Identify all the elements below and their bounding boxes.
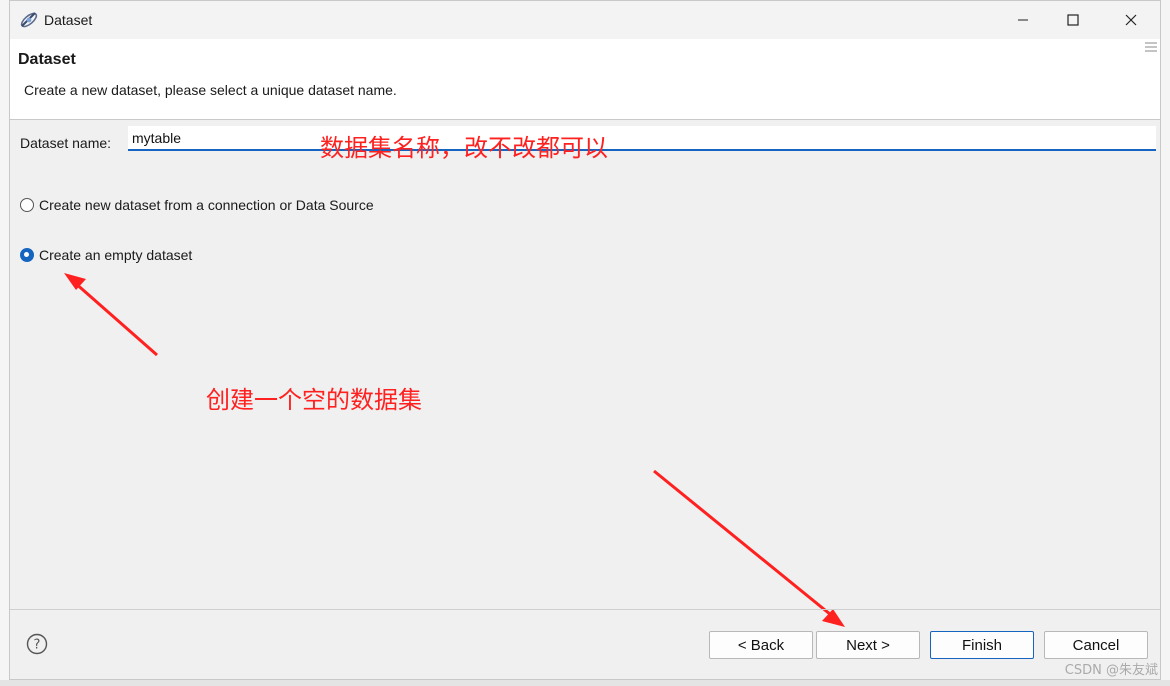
option-empty-dataset[interactable]: Create an empty dataset [20,247,192,263]
dataset-dialog: Dataset Dataset Create a new dataset, pl… [9,0,1161,680]
option-from-connection[interactable]: Create new dataset from a connection or … [20,197,374,213]
minimize-icon [1018,19,1028,21]
svg-text:?: ? [34,638,41,653]
dataset-name-label: Dataset name: [20,135,112,151]
background-app-bottom [0,680,1170,686]
arrow-to-next-button [653,469,845,627]
watermark: CSDN @朱友斌 [1064,663,1158,678]
footer-divider [10,609,1160,610]
finish-button[interactable]: Finish [930,631,1034,659]
maximize-button[interactable] [1050,1,1096,39]
back-button[interactable]: < Back [709,631,813,659]
wizard-header: Dataset Create a new dataset, please sel… [10,39,1160,120]
minimize-button[interactable] [1000,1,1046,39]
page-description: Create a new dataset, please select a un… [24,82,397,98]
radio-unchecked-icon [20,198,34,212]
next-button[interactable]: Next > [816,631,920,659]
app-logo-icon [20,12,38,28]
title-bar: Dataset [10,1,1160,39]
page-title: Dataset [18,51,76,68]
annotation-empty-note: 创建一个空的数据集 [206,386,422,414]
help-icon[interactable]: ? [26,633,48,655]
arrow-to-empty-option [64,273,158,357]
annotation-name-note: 数据集名称，改不改都可以 [320,134,608,162]
close-button[interactable] [1108,1,1154,39]
background-app-right [1161,0,1170,686]
radio-checked-icon [20,248,34,262]
option-from-connection-label: Create new dataset from a connection or … [39,197,374,213]
option-empty-dataset-label: Create an empty dataset [39,247,193,263]
cancel-button[interactable]: Cancel [1044,631,1148,659]
maximize-icon [1067,14,1079,26]
window-title: Dataset [44,12,93,28]
close-icon [1125,14,1137,26]
menu-lines-icon [1145,42,1157,52]
dataset-name-input[interactable] [128,126,1156,151]
